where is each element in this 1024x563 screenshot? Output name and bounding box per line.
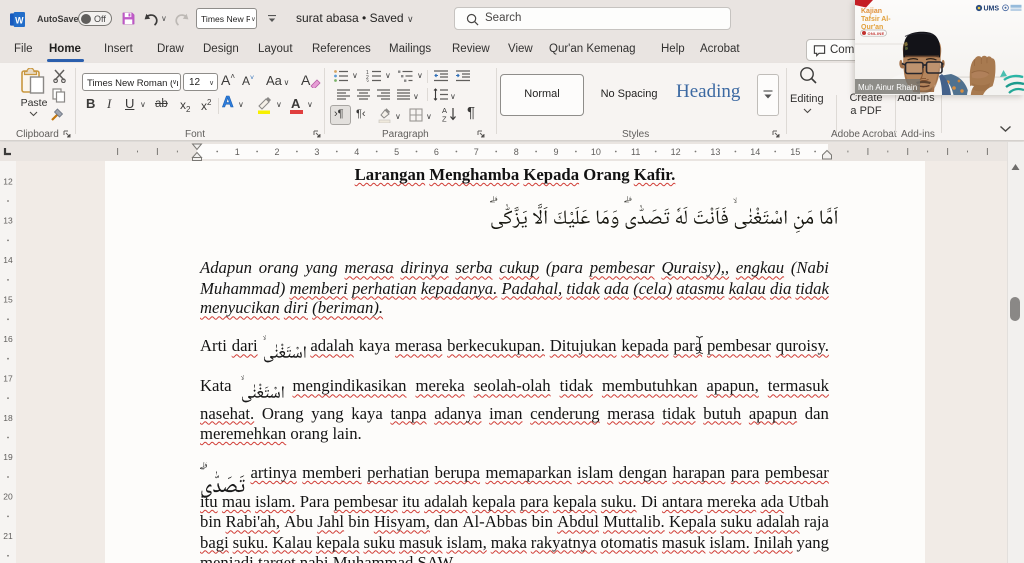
svg-text:17: 17	[3, 373, 13, 383]
svg-text:Z: Z	[442, 115, 447, 123]
svg-text:11: 11	[631, 147, 640, 157]
svg-text:20: 20	[3, 492, 13, 502]
svg-text:6: 6	[434, 147, 439, 157]
svg-text:10: 10	[591, 147, 601, 157]
svg-text:1: 1	[235, 147, 240, 157]
svg-text:5: 5	[394, 147, 399, 157]
svg-text:13: 13	[710, 147, 720, 157]
svg-text:12: 12	[671, 147, 681, 157]
svg-text:ONLINE: ONLINE	[868, 31, 885, 36]
svg-text:12: 12	[3, 176, 13, 186]
svg-text:4: 4	[354, 147, 359, 157]
svg-text:16: 16	[3, 334, 13, 344]
svg-text:19: 19	[3, 452, 13, 462]
svg-text:8: 8	[514, 147, 519, 157]
svg-text:Kajian: Kajian	[861, 8, 882, 15]
svg-text:2: 2	[274, 147, 279, 157]
svg-text:3: 3	[314, 147, 319, 157]
svg-text:15: 15	[3, 295, 13, 305]
svg-text:3: 3	[366, 80, 369, 83]
svg-text:21: 21	[3, 531, 13, 541]
svg-text:9: 9	[553, 147, 558, 157]
svg-text:Tafsir Al-: Tafsir Al-	[861, 16, 891, 23]
svg-text:7: 7	[474, 147, 479, 157]
svg-text:14: 14	[3, 255, 13, 265]
svg-text:14: 14	[750, 147, 760, 157]
svg-text:UMS: UMS	[984, 6, 1000, 13]
svg-text:Muh Ainur Rhain: Muh Ainur Rhain	[858, 83, 917, 92]
svg-text:18: 18	[3, 413, 13, 423]
svg-text:15: 15	[790, 147, 800, 157]
svg-text:13: 13	[3, 216, 13, 226]
